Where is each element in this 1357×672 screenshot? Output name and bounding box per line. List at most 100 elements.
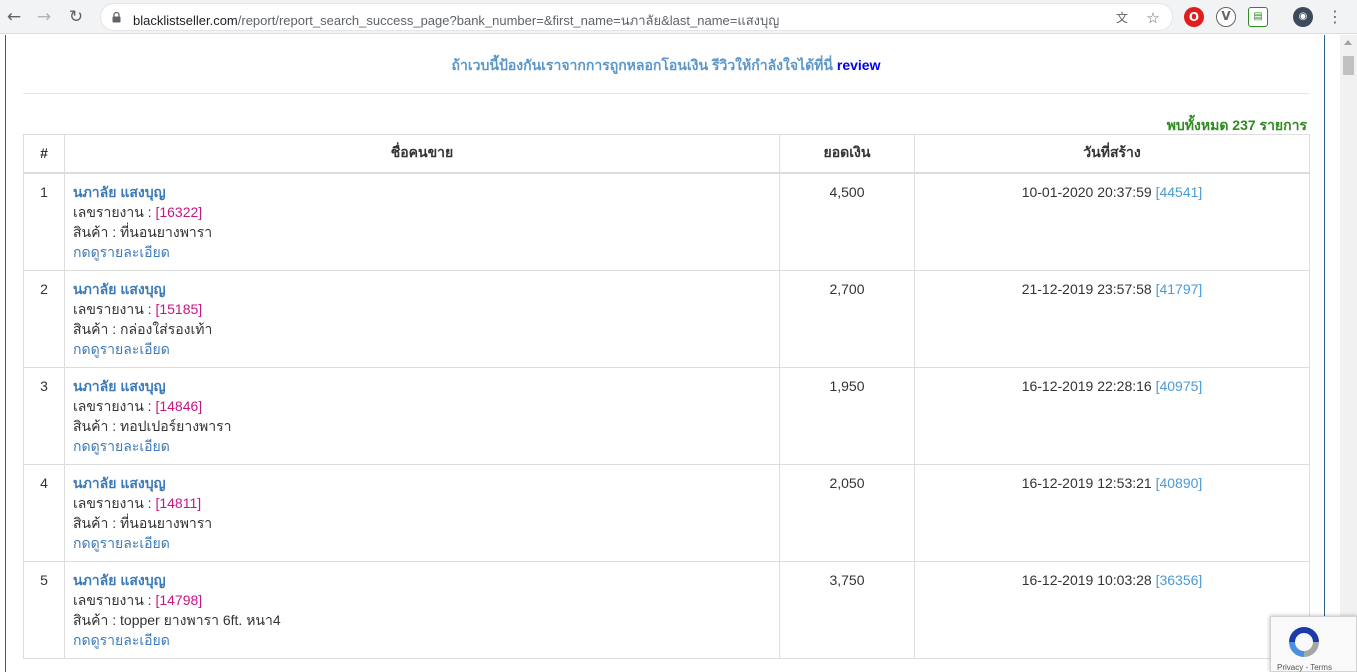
browser-toolbar: ← → ↻ blacklistseller.com/report/report_… xyxy=(0,0,1357,34)
product-label: สินค้า : xyxy=(73,611,117,628)
date-cell: 16-12-2019 22:28:16 [40975] xyxy=(914,366,1310,465)
report-id-link[interactable]: [14846] xyxy=(155,398,202,414)
header-amount: ยอดเงิน xyxy=(779,134,915,174)
scrollbar-thumb[interactable] xyxy=(1343,56,1354,75)
seller-name-link[interactable]: นภาลัย แสงบุญ xyxy=(73,376,771,396)
translate-icon[interactable]: 文 xyxy=(1113,9,1131,27)
view-details-link[interactable]: กดดูรายละเอียด xyxy=(73,533,771,553)
seller-cell: นภาลัย แสงบุญ เลขรายงาน : [14811] สินค้า :… xyxy=(64,463,780,562)
opera-icon[interactable]: O xyxy=(1184,7,1204,27)
reference-link[interactable]: [41797] xyxy=(1156,281,1203,297)
seller-cell: นภาลัย แสงบุญ เลขรายงาน : [14846] สินค้า :… xyxy=(64,366,780,465)
seller-cell: นภาลัย แสงบุญ เลขรายงาน : [15185] สินค้า :… xyxy=(64,269,780,368)
header-created-date: วันที่สร้าง xyxy=(914,134,1310,174)
page-content: ถ้าเวบนี้ป้องกันเราจากการถูกหลอกโอนเงิน … xyxy=(0,35,1357,672)
report-label: เลขรายงาน : xyxy=(73,397,152,414)
created-date: 10-01-2020 20:37:59 xyxy=(1021,183,1152,200)
reference-link[interactable]: [36356] xyxy=(1156,572,1203,588)
avatar[interactable]: ◉ xyxy=(1293,7,1313,27)
address-bar[interactable]: blacklistseller.com/report/report_search… xyxy=(100,3,1173,31)
product-name: ที่นอนยางพารา xyxy=(120,514,213,531)
date-cell: 10-01-2020 20:37:59 [44541] xyxy=(914,172,1310,271)
scroll-up-icon[interactable] xyxy=(1344,40,1352,45)
created-date: 16-12-2019 10:03:28 xyxy=(1021,571,1152,588)
product-label: สินค้า : xyxy=(73,223,117,240)
row-number: 1 xyxy=(23,172,65,271)
table-row: 1 นภาลัย แสงบุญ เลขรายงาน : [16322] สินค้า … xyxy=(23,172,1310,271)
report-line: เลขรายงาน : [16322] xyxy=(73,202,771,222)
lock-icon xyxy=(112,12,121,23)
recaptcha-icon xyxy=(1289,627,1319,657)
view-details-link[interactable]: กดดูรายละเอียด xyxy=(73,339,771,359)
table-row: 5 นภาลัย แสงบุญ เลขรายงาน : [14798] สินค้า … xyxy=(23,560,1310,659)
seller-name-link[interactable]: นภาลัย แสงบุญ xyxy=(73,570,771,590)
product-line: สินค้า : กล่องใส่รองเท้า xyxy=(73,319,771,339)
bookmark-star-icon[interactable]: ☆ xyxy=(1144,9,1162,27)
back-icon[interactable]: ← xyxy=(4,7,24,27)
report-line: เลขรายงาน : [14811] xyxy=(73,493,771,513)
forward-icon[interactable]: → xyxy=(34,7,54,27)
product-label: สินค้า : xyxy=(73,320,117,337)
seller-cell: นภาลัย แสงบุญ เลขรายงาน : [14798] สินค้า :… xyxy=(64,560,780,659)
url-domain: blacklistseller.com xyxy=(133,13,238,28)
row-number: 4 xyxy=(23,463,65,562)
row-number: 5 xyxy=(23,560,65,659)
promo-text: ถ้าเวบนี้ป้องกันเราจากการถูกหลอกโอนเงิน … xyxy=(451,57,833,73)
table-row: 3 นภาลัย แสงบุญ เลขรายงาน : [14846] สินค้า … xyxy=(23,366,1310,465)
date-cell: 21-12-2019 23:57:58 [41797] xyxy=(914,269,1310,368)
review-link[interactable]: review xyxy=(837,57,881,73)
date-cell: 16-12-2019 10:03:28 [36356] xyxy=(914,560,1310,659)
created-date: 16-12-2019 12:53:21 xyxy=(1021,474,1152,491)
product-name: ทอปเปอร์ยางพารา xyxy=(120,417,232,434)
recaptcha-links[interactable]: Privacy - Terms xyxy=(1277,663,1332,672)
product-line: สินค้า : ที่นอนยางพารา xyxy=(73,222,771,242)
extension-icon[interactable]: ▤ xyxy=(1248,7,1268,27)
amount-cell: 2,050 xyxy=(779,463,915,562)
seller-cell: นภาลัย แสงบุญ เลขรายงาน : [16322] สินค้า :… xyxy=(64,172,780,271)
view-details-link[interactable]: กดดูรายละเอียด xyxy=(73,242,771,262)
report-id-link[interactable]: [14811] xyxy=(155,495,201,511)
product-name: กล่องใส่รองเท้า xyxy=(120,320,213,337)
promo-banner: ถ้าเวบนี้ป้องกันเราจากการถูกหลอกโอนเงิน … xyxy=(23,35,1309,94)
report-line: เลขรายงาน : [15185] xyxy=(73,299,771,319)
recaptcha-badge[interactable]: Privacy - Terms xyxy=(1270,616,1357,672)
reference-link[interactable]: [40890] xyxy=(1156,475,1203,491)
seller-name-link[interactable]: นภาลัย แสงบุญ xyxy=(73,279,771,299)
date-cell: 16-12-2019 12:53:21 [40890] xyxy=(914,463,1310,562)
product-line: สินค้า : topper ยางพารา 6ft. หนา4 xyxy=(73,610,771,630)
vertical-scrollbar[interactable] xyxy=(1340,35,1357,672)
product-line: สินค้า : ทอปเปอร์ยางพารา xyxy=(73,416,771,436)
report-id-link[interactable]: [15185] xyxy=(155,301,202,317)
vivaldi-icon[interactable]: V xyxy=(1216,7,1236,27)
view-details-link[interactable]: กดดูรายละเอียด xyxy=(73,436,771,456)
reference-link[interactable]: [40975] xyxy=(1156,378,1203,394)
report-line: เลขรายงาน : [14798] xyxy=(73,590,771,610)
header-number: # xyxy=(23,134,65,174)
table-row: 2 นภาลัย แสงบุญ เลขรายงาน : [15185] สินค้า … xyxy=(23,269,1310,368)
table-row: 4 นภาลัย แสงบุญ เลขรายงาน : [14811] สินค้า … xyxy=(23,463,1310,562)
created-date: 16-12-2019 22:28:16 xyxy=(1021,377,1152,394)
view-details-link[interactable]: กดดูรายละเอียด xyxy=(73,630,771,650)
row-number: 3 xyxy=(23,366,65,465)
report-label: เลขรายงาน : xyxy=(73,300,152,317)
seller-name-link[interactable]: นภาลัย แสงบุญ xyxy=(73,473,771,493)
seller-name-link[interactable]: นภาลัย แสงบุญ xyxy=(73,182,771,202)
reload-icon[interactable]: ↻ xyxy=(66,7,86,27)
report-id-link[interactable]: [16322] xyxy=(155,204,202,220)
amount-cell: 4,500 xyxy=(779,172,915,271)
product-name: topper ยางพารา 6ft. หนา4 xyxy=(120,611,281,628)
report-label: เลขรายงาน : xyxy=(73,494,152,511)
report-table: # ชื่อคนขาย ยอดเงิน วันที่สร้าง 1 นภาลัย … xyxy=(23,134,1310,659)
product-label: สินค้า : xyxy=(73,514,117,531)
table-header-row: # ชื่อคนขาย ยอดเงิน วันที่สร้าง xyxy=(23,134,1310,174)
report-label: เลขรายงาน : xyxy=(73,591,152,608)
url-path: /report/report_search_success_page?bank_… xyxy=(237,13,780,28)
amount-cell: 3,750 xyxy=(779,560,915,659)
product-line: สินค้า : ที่นอนยางพารา xyxy=(73,513,771,533)
amount-cell: 2,700 xyxy=(779,269,915,368)
product-name: ที่นอนยางพารา xyxy=(120,223,213,240)
row-number: 2 xyxy=(23,269,65,368)
report-id-link[interactable]: [14798] xyxy=(155,592,202,608)
reference-link[interactable]: [44541] xyxy=(1156,184,1203,200)
menu-icon[interactable]: ⋮ xyxy=(1325,7,1345,27)
